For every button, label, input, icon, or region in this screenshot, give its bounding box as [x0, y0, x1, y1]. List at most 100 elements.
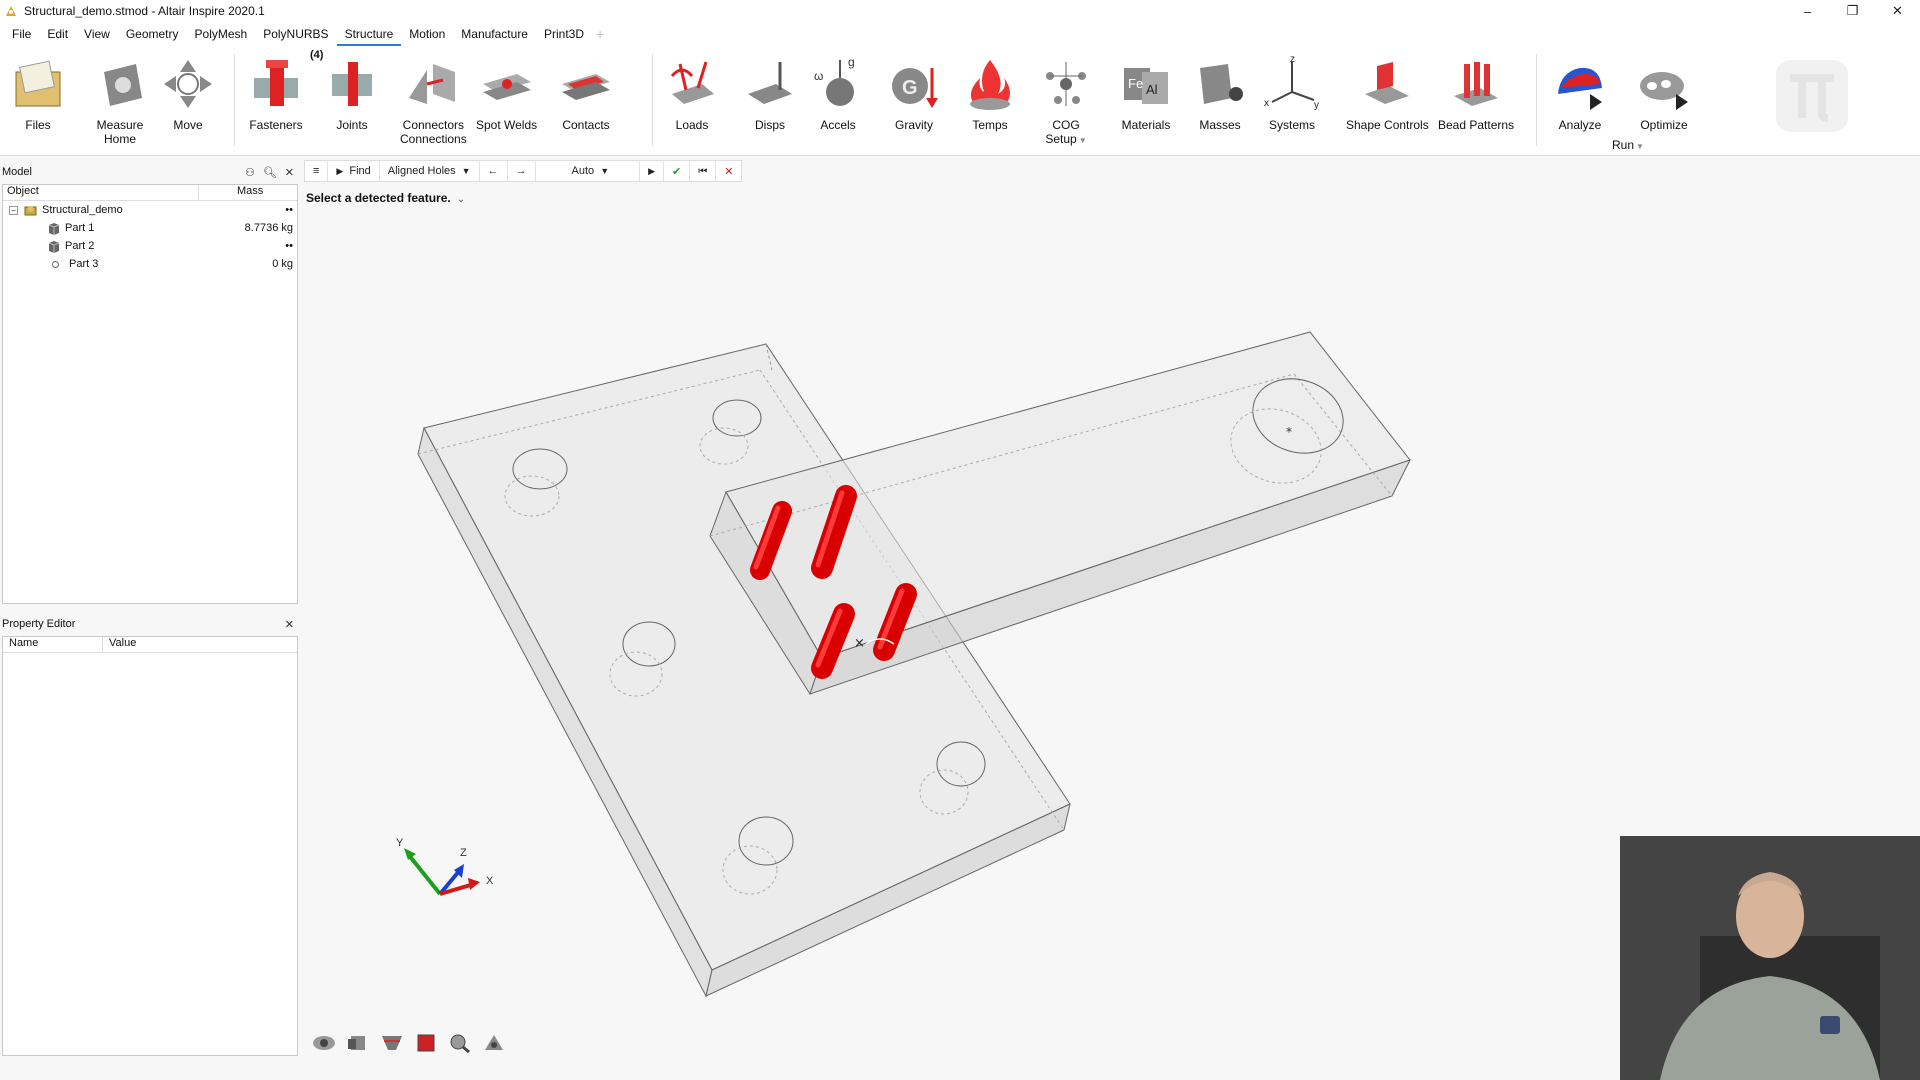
- cancel-button[interactable]: ✕: [716, 161, 741, 181]
- close-icon[interactable]: ✕: [285, 618, 294, 631]
- ribbon-label-line: Disps: [754, 118, 785, 132]
- visibility-eye-icon[interactable]: [312, 1032, 336, 1054]
- menu-view[interactable]: View: [76, 22, 118, 46]
- menu-file[interactable]: File: [4, 22, 39, 46]
- masses-icon: [1200, 64, 1243, 104]
- ribbon-label-line: Connections: [400, 132, 467, 146]
- ribbon-button-connectors[interactable]: Connectors Connections: [400, 54, 467, 146]
- ribbon-icon-wrap: [246, 54, 306, 114]
- tree-row-part[interactable]: Part 1 8.7736 kg: [3, 219, 297, 237]
- column-value[interactable]: Value: [103, 637, 136, 652]
- model-tree-header: Object Mass: [3, 185, 297, 201]
- run-button[interactable]: ▶: [640, 161, 665, 181]
- mode-value: Auto: [571, 165, 595, 177]
- find-button[interactable]: ▶ Find: [328, 161, 380, 181]
- ribbon-label-line: Setup ▼: [1045, 132, 1087, 146]
- measure-tool-icon[interactable]: [482, 1032, 506, 1054]
- ribbon-button-measure[interactable]: Measure Home: [90, 54, 150, 146]
- ribbon-button-accels[interactable]: ω g Accels: [808, 54, 868, 132]
- ribbon-button-materials[interactable]: Fe Al Materials: [1116, 54, 1176, 132]
- ribbon-button-temps[interactable]: Temps: [960, 54, 1020, 132]
- model-panel-header: Model ⚇ 🔍︎ ✕: [0, 162, 298, 182]
- ribbon-button-masses[interactable]: Masses: [1190, 54, 1250, 132]
- run-label: Run: [1612, 138, 1635, 152]
- feature-type-dropdown[interactable]: Aligned Holes ▼: [380, 161, 480, 181]
- menu-print3d[interactable]: Print3D: [536, 22, 592, 46]
- ribbon-label-line: Contacts: [562, 118, 610, 132]
- ribbon-button-bead-patterns[interactable]: Bead Patterns: [1438, 54, 1514, 132]
- ribbon-button-joints[interactable]: Joints: [322, 54, 382, 132]
- section-cut-icon[interactable]: [380, 1032, 404, 1054]
- fasteners-icon: [254, 60, 298, 106]
- tree-row-root[interactable]: − Structural_demo ••: [3, 201, 297, 219]
- accels-icon: ωg: [814, 55, 855, 106]
- ribbon-button-systems[interactable]: z x y Systems: [1262, 54, 1322, 132]
- ribbon-button-shape-controls[interactable]: Shape Controls: [1346, 54, 1429, 132]
- menu-structure[interactable]: Structure: [336, 22, 402, 46]
- empty-part-icon: [52, 260, 59, 268]
- ribbon-label-line: Masses: [1199, 118, 1241, 132]
- optimize-icon: [1640, 72, 1688, 110]
- column-object[interactable]: Object: [3, 185, 199, 200]
- menu-polymesh[interactable]: PolyMesh: [187, 22, 256, 46]
- view-cube-icon[interactable]: [346, 1032, 370, 1054]
- temps-icon: [970, 60, 1010, 110]
- chevron-down-icon[interactable]: ▼: [1079, 136, 1087, 145]
- ribbon-separator: [652, 54, 653, 146]
- search-icon[interactable]: 🔍︎: [263, 166, 277, 179]
- pi-logo-icon: [1776, 60, 1848, 132]
- maximize-button[interactable]: ❐: [1830, 0, 1875, 22]
- run-label-group[interactable]: Run ▼: [1612, 138, 1644, 152]
- arm-part-2[interactable]: *: [709, 331, 1411, 696]
- binoculars-icon[interactable]: ⚇: [245, 166, 255, 179]
- reset-button[interactable]: ⏮: [690, 161, 717, 181]
- add-tab-icon[interactable]: +: [592, 26, 608, 42]
- find-label: Find: [349, 165, 371, 177]
- ribbon-button-loads[interactable]: Loads: [662, 54, 722, 132]
- chevron-double-down-icon[interactable]: ⌄: [457, 194, 465, 205]
- menu-polynurbs[interactable]: PolyNURBS: [255, 22, 336, 46]
- axis-triad: Y Z X: [396, 837, 494, 896]
- close-button[interactable]: ✕: [1875, 0, 1920, 22]
- next-button[interactable]: →: [508, 161, 536, 181]
- ribbon-button-label: Temps: [972, 118, 1007, 132]
- ribbon-button-files[interactable]: Files: [8, 54, 68, 132]
- ribbon-button-label: Masses: [1199, 118, 1240, 132]
- ribbon-button-contacts[interactable]: Contacts: [556, 54, 616, 132]
- part-icon: [48, 240, 60, 253]
- column-mass[interactable]: Mass: [199, 185, 297, 200]
- toolbar-menu-button[interactable]: ≡: [305, 161, 329, 181]
- ribbon-button-label: Systems: [1269, 118, 1315, 132]
- menu-manufacture[interactable]: Manufacture: [453, 22, 536, 46]
- tree-row-part[interactable]: Part 3 0 kg: [3, 255, 297, 273]
- ribbon-button-analyze[interactable]: Analyze: [1550, 54, 1610, 132]
- menu-motion[interactable]: Motion: [401, 22, 453, 46]
- ribbon-button-move[interactable]: Move: [158, 54, 218, 132]
- ribbon-button-optimize[interactable]: Optimize: [1634, 54, 1694, 132]
- minimize-button[interactable]: –: [1785, 0, 1830, 22]
- mode-dropdown[interactable]: Auto ▼: [536, 161, 641, 181]
- zoom-icon[interactable]: [448, 1032, 472, 1054]
- ribbon-icon-wrap: [8, 54, 68, 114]
- menu-edit[interactable]: Edit: [39, 22, 76, 46]
- part-name: Part 3: [69, 258, 99, 270]
- shaded-view-icon[interactable]: [414, 1032, 438, 1054]
- feature-toolbar: ≡ ▶ Find Aligned Holes ▼ ← → Auto ▼ ▶ ✔ …: [304, 160, 743, 182]
- svg-text:z: z: [1290, 54, 1295, 65]
- hint-text-group: Select a detected feature. ⌄: [306, 191, 465, 205]
- ribbon-button-spot-welds[interactable]: Spot Welds: [476, 54, 537, 132]
- accept-button[interactable]: ✔: [664, 161, 691, 181]
- collapse-icon[interactable]: −: [9, 205, 18, 215]
- column-name[interactable]: Name: [3, 637, 103, 652]
- ribbon-label-line: Gravity: [894, 118, 933, 132]
- ribbon-button-cog[interactable]: COG Setup ▼: [1036, 54, 1096, 148]
- menu-geometry[interactable]: Geometry: [118, 22, 187, 46]
- ribbon-button-disps[interactable]: Disps: [740, 54, 800, 132]
- ribbon-button-fasteners[interactable]: Fasteners: [246, 54, 306, 132]
- tree-row-part[interactable]: Part 2 ••: [3, 237, 297, 255]
- ribbon-button-gravity[interactable]: G Gravity: [884, 54, 944, 132]
- property-editor-header: Property Editor ✕: [0, 614, 298, 634]
- ribbon-button-label: Move: [173, 118, 202, 132]
- close-icon[interactable]: ✕: [285, 166, 294, 179]
- previous-button[interactable]: ←: [480, 161, 508, 181]
